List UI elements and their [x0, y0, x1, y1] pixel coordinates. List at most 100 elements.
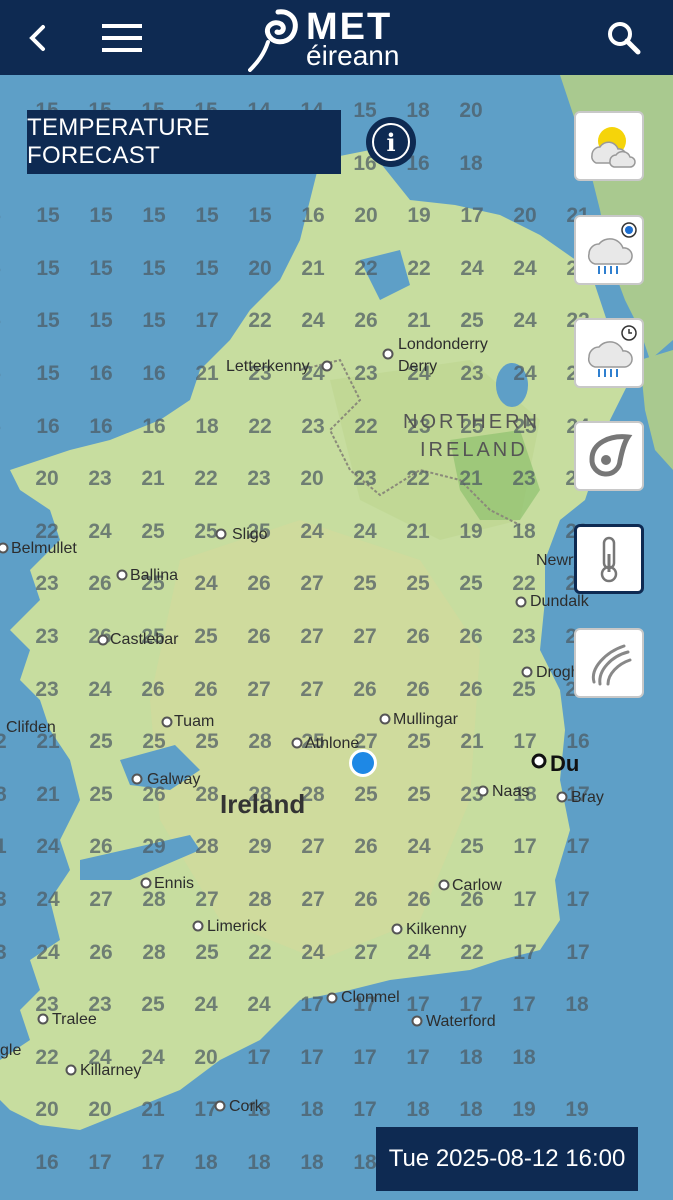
place-clifden: Clifden — [6, 719, 56, 736]
temperature-value: 24 — [36, 940, 60, 964]
temperature-value: 24 — [300, 519, 324, 543]
temperature-value: 19 — [512, 1098, 536, 1122]
temperature-value: 15 — [142, 204, 166, 228]
temperature-value: 27 — [195, 888, 219, 911]
temperature-value: 16 — [301, 204, 325, 228]
temperature-value: 28 — [142, 940, 166, 964]
temperature-value: 24 — [194, 993, 218, 1017]
info-button[interactable]: i — [366, 117, 416, 167]
temperature-value: 15 — [353, 99, 377, 122]
layer-wind-button[interactable] — [574, 628, 644, 698]
temperature-value: 15 — [36, 256, 60, 280]
temperature-value: 18 — [195, 414, 219, 438]
temperature-value: 24 — [36, 888, 60, 911]
temperature-value: 16 — [89, 362, 113, 385]
temperature-value: 17 — [513, 888, 537, 911]
temperature-value: 24 — [88, 677, 112, 701]
place-athlone: Athlone — [305, 735, 360, 752]
temperature-value: 25 — [195, 940, 219, 964]
temperature-value: 29 — [248, 835, 272, 859]
place-dot — [291, 737, 303, 749]
temperature-value: 23 — [0, 888, 7, 911]
search-icon — [607, 21, 640, 54]
temperature-value: 24 — [513, 309, 537, 333]
temperature-value: 21 — [195, 362, 219, 385]
temperature-value: 24 — [36, 835, 60, 859]
place-dot — [214, 1100, 226, 1112]
search-button[interactable] — [586, 0, 661, 75]
temperature-value: 15 — [89, 256, 113, 280]
temperature-value: 26 — [194, 677, 218, 701]
place-partial: gle — [0, 1042, 22, 1059]
layer-weather-button[interactable] — [574, 111, 644, 181]
place-dublin: Du — [550, 751, 580, 776]
thermometer-icon — [600, 536, 618, 583]
temperature-value: 18 — [406, 1098, 430, 1122]
temperature-value: 24 — [513, 256, 537, 280]
temperature-value: 23 — [88, 467, 112, 491]
temperature-value: 5 — [0, 204, 1, 228]
temperature-value: 20 — [300, 467, 324, 491]
temperature-value: 22 — [35, 1045, 59, 1069]
forecast-map[interactable]: 1515151514141518201515151515151616185151… — [0, 75, 673, 1200]
temperature-value: 17 — [194, 1098, 218, 1122]
temperature-value: 15 — [89, 309, 113, 333]
temperature-value: 17 — [353, 1045, 377, 1069]
temperature-value: 26 — [247, 625, 271, 648]
place-derry: Derry — [398, 358, 438, 375]
temperature-value: 15 — [36, 309, 60, 333]
rain-radar-icon — [587, 222, 637, 274]
place-dot — [161, 716, 173, 728]
place-killarney: Killarney — [80, 1062, 142, 1079]
temperature-value: 17 — [566, 940, 590, 964]
temperature-value: 24 — [407, 835, 431, 859]
menu-button[interactable] — [84, 0, 159, 75]
temperature-value: 25 — [142, 730, 166, 754]
place-dot — [326, 992, 338, 1004]
layer-temperature-button[interactable] — [574, 524, 644, 594]
info-icon: i — [372, 123, 410, 161]
temperature-value: 21 — [407, 309, 431, 333]
hamburger-icon — [101, 23, 142, 52]
temperature-value: 22 — [407, 256, 431, 280]
temperature-value: 27 — [89, 888, 113, 911]
place-dot — [438, 879, 450, 891]
temperature-value: 25 — [407, 782, 431, 806]
temperature-value: 21 — [36, 782, 60, 806]
sun-cloud-icon — [591, 127, 636, 168]
temperature-value: 25 — [195, 730, 219, 754]
place-dot — [411, 1015, 423, 1027]
temperature-value: 20 — [354, 204, 378, 228]
temperature-value: 26 — [354, 835, 378, 859]
temperature-value: 18 — [300, 1098, 324, 1122]
place-dot — [321, 360, 333, 372]
place-limerick: Limerick — [207, 918, 267, 935]
temperature-value: 21 — [406, 519, 430, 543]
temperature-value: 22 — [248, 309, 272, 333]
place-londonderry: Londonderry — [398, 336, 488, 353]
temperature-value: 27 — [301, 835, 325, 859]
temperature-value: 22 — [460, 940, 484, 964]
temperature-value: 27 — [300, 677, 324, 701]
temperature-value: 17 — [513, 730, 537, 754]
temperature-value: 23 — [512, 625, 536, 648]
temperature-value: 23 — [512, 467, 536, 491]
temperature-value: 5 — [0, 309, 1, 333]
place-dot — [140, 877, 152, 889]
place-kilkenny: Kilkenny — [406, 921, 467, 938]
layer-pressure-button[interactable] — [574, 421, 644, 491]
temperature-value: 18 — [512, 1045, 536, 1069]
back-button[interactable] — [0, 0, 75, 75]
temperature-value: 17 — [513, 835, 537, 859]
temperature-value: 26 — [88, 572, 112, 596]
layer-rain-radar-button[interactable] — [574, 215, 644, 285]
place-carlow: Carlow — [452, 877, 502, 894]
temperature-value: 16 — [142, 414, 166, 438]
layer-rain-forecast-button[interactable] — [574, 318, 644, 388]
temperature-value: 27 — [301, 888, 325, 911]
forecast-timestamp[interactable]: Tue 2025-08-12 16:00 — [376, 1127, 638, 1191]
temperature-value: 26 — [141, 677, 165, 701]
temperature-value: 25 — [460, 835, 484, 859]
place-dot — [65, 1064, 77, 1076]
met-eireann-logo[interactable]: MET éireann — [248, 4, 428, 72]
